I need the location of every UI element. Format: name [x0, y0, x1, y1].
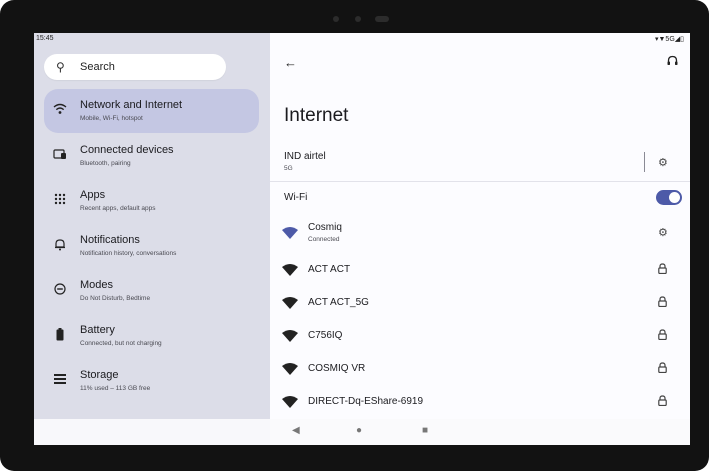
lock-icon — [658, 329, 667, 343]
recents-nav-icon[interactable]: ■ — [422, 425, 428, 436]
sidebar-item-network[interactable]: Network and Internet Mobile, Wi-Fi, hots… — [44, 89, 259, 133]
battery-icon — [52, 328, 68, 344]
tablet-frame: ⚲ Search Network and Internet Mobile, Wi… — [0, 0, 709, 471]
back-nav-icon[interactable]: ◀ — [292, 425, 300, 436]
wifi-label: Wi-Fi — [284, 192, 308, 203]
toggle-knob — [669, 192, 680, 203]
divider — [270, 181, 690, 182]
wifi-signal-icon — [282, 363, 298, 375]
back-arrow-icon[interactable]: ← — [284, 55, 297, 70]
sidebar-item-label: Modes — [80, 279, 114, 291]
screen: ⚲ Search Network and Internet Mobile, Wi… — [34, 33, 690, 445]
modes-icon — [52, 283, 68, 298]
lock-icon — [658, 296, 667, 310]
search-bar[interactable]: ⚲ Search — [44, 54, 226, 80]
wifi-network-item[interactable]: C756IQ — [270, 325, 690, 347]
wifi-icon — [52, 103, 68, 118]
storage-icon — [52, 373, 68, 387]
sidebar-item-sub: Bluetooth, pairing — [80, 160, 131, 167]
sidebar-item-label: Connected devices — [80, 144, 174, 156]
gear-icon[interactable]: ⚙ — [658, 226, 668, 239]
wifi-toggle[interactable] — [656, 190, 682, 205]
sidebar-item-label: Battery — [80, 324, 115, 336]
wifi-signal-icon — [282, 227, 298, 239]
network-name: Cosmiq — [308, 222, 342, 233]
sidebar-item-label: Notifications — [80, 234, 140, 246]
internet-settings-pane: ← Internet IND airtel 5G ⚙ Wi-Fi Cosmiq … — [270, 33, 690, 445]
sidebar-item-label: Storage — [80, 369, 119, 381]
sidebar-item-sub: Connected, but not charging — [80, 340, 162, 347]
navigation-bar: ◀ ● ■ — [34, 419, 690, 445]
bell-icon — [52, 238, 68, 254]
wifi-network-item[interactable]: DIRECT-Dq-EShare-6919 — [270, 391, 690, 413]
sidebar-item-modes[interactable]: Modes Do Not Disturb, Bedtime — [44, 269, 259, 313]
status-bar: 15:45 ▾▼5G◢▯ — [34, 33, 690, 45]
devices-icon — [52, 148, 68, 163]
sensor-pill — [375, 16, 389, 22]
sensor-dot — [333, 16, 339, 22]
help-icon[interactable] — [667, 55, 678, 69]
wifi-signal-icon — [282, 264, 298, 276]
lock-icon — [658, 362, 667, 376]
sidebar-item-label: Network and Internet — [80, 99, 183, 111]
sidebar-item-notifications[interactable]: Notifications Notification history, conv… — [44, 224, 259, 268]
settings-sidebar: ⚲ Search Network and Internet Mobile, Wi… — [34, 33, 270, 445]
sidebar-item-sub: 11% used – 113 GB free — [80, 385, 151, 392]
camera-lens — [355, 16, 361, 22]
sidebar-item-sub: Notification history, conversations — [80, 250, 177, 257]
wifi-network-item[interactable]: ACT ACT_5G — [270, 292, 690, 314]
sidebar-item-apps[interactable]: Apps Recent apps, default apps — [44, 179, 259, 223]
sidebar-item-sub: Do Not Disturb, Bedtime — [80, 295, 151, 302]
network-name: COSMIQ VR — [308, 363, 366, 374]
gear-icon[interactable]: ⚙ — [658, 156, 668, 169]
wifi-network-item[interactable]: ACT ACT — [270, 259, 690, 281]
carrier-network-type: 5G — [284, 165, 293, 172]
wifi-signal-icon — [282, 297, 298, 309]
wifi-network-item[interactable]: Cosmiq Connected ⚙ — [270, 218, 690, 248]
network-status: Connected — [308, 236, 340, 243]
sidebar-item-connected-devices[interactable]: Connected devices Bluetooth, pairing — [44, 134, 259, 178]
wifi-toggle-row[interactable]: Wi-Fi — [270, 189, 690, 209]
sidebar-item-label: Apps — [80, 189, 106, 201]
carrier-row[interactable]: IND airtel 5G — [270, 150, 690, 180]
divider-vertical — [644, 152, 645, 172]
sidebar-item-sub: Mobile, Wi-Fi, hotspot — [80, 115, 143, 122]
sidebar-item-storage[interactable]: Storage 11% used – 113 GB free — [44, 359, 259, 403]
search-label: Search — [80, 61, 115, 73]
sidebar-item-battery[interactable]: Battery Connected, but not charging — [44, 314, 259, 358]
carrier-name: IND airtel — [284, 151, 326, 162]
wifi-signal-icon — [282, 330, 298, 342]
network-name: C756IQ — [308, 330, 343, 341]
sidebar-item-sub: Recent apps, default apps — [80, 205, 156, 212]
wifi-signal-icon — [282, 396, 298, 408]
home-nav-icon[interactable]: ● — [356, 425, 362, 436]
network-name: DIRECT-Dq-EShare-6919 — [308, 396, 424, 407]
apps-grid-icon — [52, 193, 68, 208]
lock-icon — [658, 263, 667, 277]
status-time: 15:45 — [36, 35, 54, 42]
network-name: ACT ACT_5G — [308, 297, 369, 308]
lock-icon — [658, 395, 667, 409]
search-icon: ⚲ — [56, 60, 65, 74]
status-icons: ▾▼5G◢▯ — [654, 36, 684, 43]
network-name: ACT ACT — [308, 264, 351, 275]
wifi-network-item[interactable]: COSMIQ VR — [270, 358, 690, 380]
page-title: Internet — [284, 105, 349, 126]
